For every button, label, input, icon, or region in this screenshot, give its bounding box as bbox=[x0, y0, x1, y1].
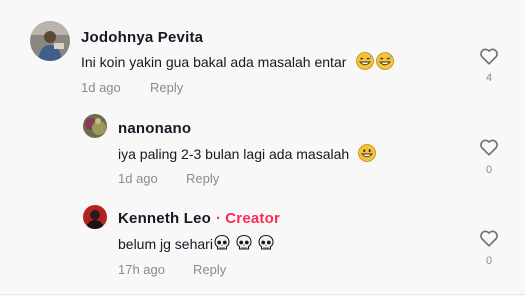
comment-text-content: Ini koin yakin gua bakal ada masalah ent… bbox=[81, 54, 347, 70]
heart-icon bbox=[480, 139, 498, 156]
reply-button[interactable]: Reply bbox=[186, 171, 219, 186]
comment-text-content: iya paling 2-3 bulan lagi ada masalah bbox=[118, 146, 350, 162]
badge-separator: · bbox=[216, 210, 222, 227]
grinning-icon bbox=[358, 144, 376, 165]
skull-icon bbox=[257, 234, 275, 255]
reply-button[interactable]: Reply bbox=[193, 262, 226, 277]
like-count: 0 bbox=[485, 255, 493, 267]
comment-timestamp: 1d ago bbox=[118, 171, 158, 186]
reply-button[interactable]: Reply bbox=[150, 80, 183, 95]
creator-badge: Creator bbox=[225, 210, 280, 227]
divider bbox=[0, 294, 525, 295]
like-count: 0 bbox=[485, 164, 493, 176]
comment-timestamp: 1d ago bbox=[81, 80, 121, 95]
comment-text: belum jg sehari bbox=[118, 234, 275, 255]
comment-username[interactable]: Jodohnya Pevita bbox=[81, 29, 203, 46]
like-button[interactable] bbox=[478, 136, 500, 158]
heart-icon bbox=[480, 48, 498, 65]
comment-thread: Jodohnya Pevita Ini koin yakin gua bakal… bbox=[0, 0, 525, 296]
comment-text: Ini koin yakin gua bakal ada masalah ent… bbox=[81, 52, 395, 73]
comment-username[interactable]: nanonano bbox=[118, 120, 191, 137]
like-count: 4 bbox=[485, 72, 493, 84]
grinning-sweat-icon bbox=[376, 52, 395, 73]
like-button[interactable] bbox=[478, 227, 500, 249]
comment-text: iya paling 2-3 bulan lagi ada masalah bbox=[118, 144, 376, 165]
grinning-sweat-icon bbox=[356, 52, 375, 73]
like-button[interactable] bbox=[478, 45, 500, 67]
avatar[interactable] bbox=[30, 21, 70, 61]
skull-icon bbox=[235, 234, 253, 255]
avatar[interactable] bbox=[83, 205, 107, 229]
comment-text-content: belum jg sehari bbox=[118, 236, 213, 252]
comment-timestamp: 17h ago bbox=[118, 262, 165, 277]
comment-username-text[interactable]: Kenneth Leo bbox=[118, 210, 211, 227]
skull-icon bbox=[213, 234, 231, 255]
avatar[interactable] bbox=[83, 114, 107, 138]
comment-username: Kenneth Leo · Creator bbox=[118, 210, 280, 227]
heart-icon bbox=[480, 230, 498, 247]
